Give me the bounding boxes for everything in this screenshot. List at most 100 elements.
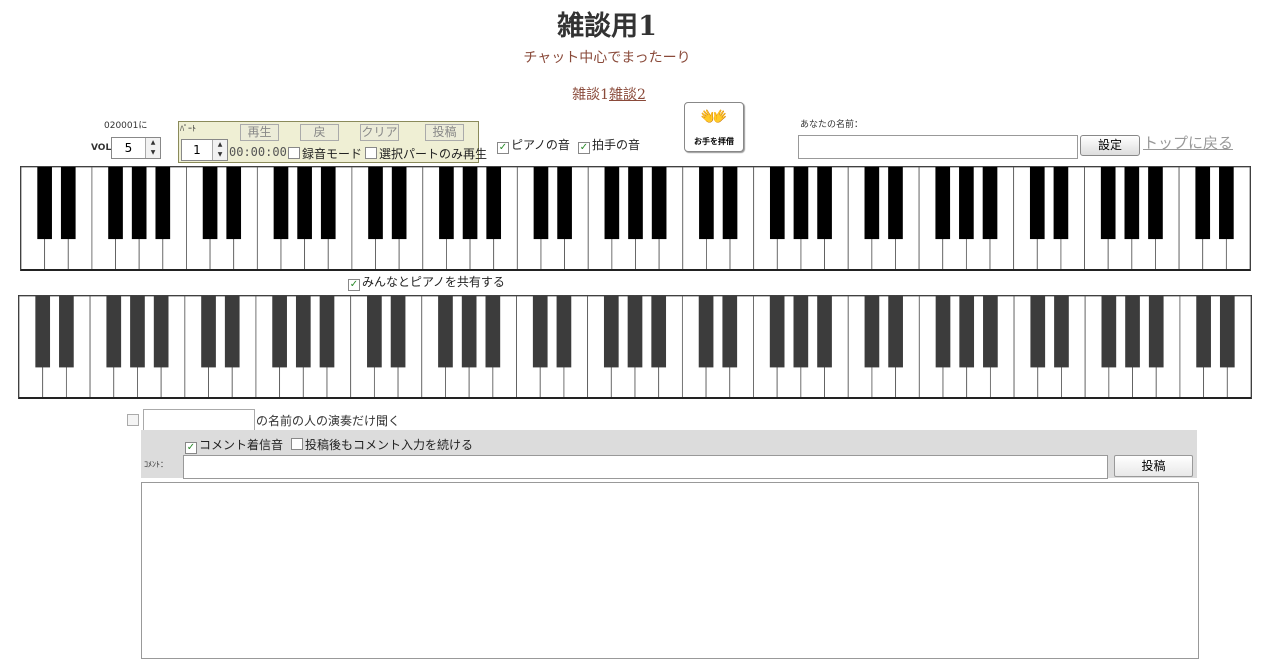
black-key[interactable]	[320, 167, 336, 240]
back-to-top-link[interactable]: トップに戻る	[1143, 132, 1233, 153]
black-key[interactable]	[485, 296, 501, 368]
room-link-2[interactable]: 雑談2	[609, 87, 646, 103]
set-name-button[interactable]: 設定	[1080, 135, 1140, 156]
black-key[interactable]	[1124, 167, 1140, 240]
black-key[interactable]	[367, 296, 382, 368]
black-key[interactable]	[651, 296, 667, 368]
black-key[interactable]	[864, 296, 880, 368]
black-key[interactable]	[272, 296, 287, 368]
black-key[interactable]	[1054, 296, 1069, 368]
black-key[interactable]	[959, 167, 974, 240]
black-key[interactable]	[628, 167, 643, 240]
black-key[interactable]	[202, 167, 218, 240]
black-key[interactable]	[1219, 296, 1235, 368]
black-key[interactable]	[295, 296, 311, 368]
black-key[interactable]	[959, 296, 975, 368]
black-key[interactable]	[130, 296, 145, 368]
black-key[interactable]	[817, 167, 832, 240]
black-key[interactable]	[1125, 296, 1140, 368]
comment-post-button[interactable]: 投稿	[1114, 455, 1193, 477]
selected-part-only-check[interactable]: 選択パートのみ再生	[365, 145, 487, 162]
black-key[interactable]	[533, 167, 549, 240]
listen-only-checkbox[interactable]	[127, 414, 139, 426]
black-key[interactable]	[1219, 167, 1234, 240]
black-key[interactable]	[888, 296, 903, 368]
black-key[interactable]	[319, 296, 335, 368]
black-key[interactable]	[462, 167, 478, 240]
share-piano-check[interactable]: ✓ みんなとピアノを共有する	[348, 273, 505, 291]
black-key[interactable]	[982, 167, 998, 240]
name-input[interactable]	[798, 135, 1078, 159]
black-key[interactable]	[983, 296, 998, 368]
checkbox-icon[interactable]	[288, 147, 300, 159]
black-key[interactable]	[1100, 167, 1116, 240]
play-button[interactable]: 再生	[240, 124, 279, 141]
black-key[interactable]	[224, 296, 240, 368]
black-key[interactable]	[297, 167, 312, 240]
black-key[interactable]	[59, 296, 74, 368]
black-key[interactable]	[556, 296, 572, 368]
black-key[interactable]	[793, 167, 809, 240]
clear-button[interactable]: クリア	[360, 124, 399, 141]
black-key[interactable]	[1195, 167, 1211, 240]
black-key[interactable]	[1030, 296, 1046, 368]
black-key[interactable]	[604, 167, 620, 240]
black-key[interactable]	[627, 296, 643, 368]
black-key[interactable]	[888, 167, 903, 240]
piano-sound-check[interactable]: ✓ ピアノの音	[497, 136, 570, 154]
black-key[interactable]	[769, 167, 785, 240]
black-key[interactable]	[935, 296, 951, 368]
checkbox-checked-icon[interactable]: ✓	[578, 142, 590, 154]
clap-sound-check[interactable]: ✓ 拍手の音	[578, 136, 640, 154]
black-key[interactable]	[35, 296, 51, 368]
black-key[interactable]	[1148, 296, 1164, 368]
black-key[interactable]	[1101, 296, 1117, 368]
black-key[interactable]	[699, 167, 714, 240]
black-key[interactable]	[1148, 167, 1163, 240]
black-key[interactable]	[391, 167, 407, 240]
comment-sound-check[interactable]: ✓ コメント着信音	[185, 436, 283, 454]
vol-stepper[interactable]: 5 ▲ ▼	[111, 137, 161, 159]
black-key[interactable]	[817, 296, 832, 368]
black-key[interactable]	[532, 296, 548, 368]
black-key[interactable]	[793, 296, 809, 368]
black-key[interactable]	[486, 167, 502, 240]
listen-name-input[interactable]	[143, 409, 255, 432]
black-key[interactable]	[108, 167, 123, 240]
comment-input[interactable]	[183, 455, 1108, 479]
black-key[interactable]	[864, 167, 880, 240]
black-key[interactable]	[60, 167, 76, 240]
stepper-arrows-icon[interactable]: ▲ ▼	[212, 140, 227, 160]
black-key[interactable]	[1196, 296, 1211, 368]
piano-keyboard-top[interactable]	[20, 166, 1251, 272]
part-stepper[interactable]: 1 ▲ ▼	[181, 139, 228, 161]
black-key[interactable]	[153, 296, 169, 368]
black-key[interactable]	[439, 167, 454, 240]
black-key[interactable]	[1029, 167, 1045, 240]
keep-input-check[interactable]: 投稿後もコメント入力を続ける	[291, 436, 473, 453]
black-key[interactable]	[273, 167, 289, 240]
black-key[interactable]	[651, 167, 667, 240]
black-key[interactable]	[131, 167, 147, 240]
black-key[interactable]	[461, 296, 477, 368]
checkbox-checked-icon[interactable]: ✓	[185, 442, 197, 454]
checkbox-checked-icon[interactable]: ✓	[348, 279, 360, 291]
black-key[interactable]	[935, 167, 951, 240]
back-button[interactable]: 戻	[300, 124, 339, 141]
stepper-arrows-icon[interactable]: ▲ ▼	[145, 138, 160, 158]
black-key[interactable]	[1053, 167, 1069, 240]
checkbox-icon[interactable]	[291, 438, 303, 450]
record-mode-check[interactable]: 録音モード	[288, 145, 362, 162]
black-key[interactable]	[769, 296, 785, 368]
black-key[interactable]	[368, 167, 383, 240]
checkbox-checked-icon[interactable]: ✓	[497, 142, 509, 154]
black-key[interactable]	[106, 296, 122, 368]
checkbox-icon[interactable]	[365, 147, 377, 159]
black-key[interactable]	[390, 296, 406, 368]
black-key[interactable]	[37, 167, 52, 240]
black-key[interactable]	[603, 296, 619, 368]
black-key[interactable]	[155, 167, 171, 240]
black-key[interactable]	[226, 167, 242, 240]
clap-button[interactable]: 👐 お手を拝借	[684, 102, 744, 152]
black-key[interactable]	[557, 167, 572, 240]
